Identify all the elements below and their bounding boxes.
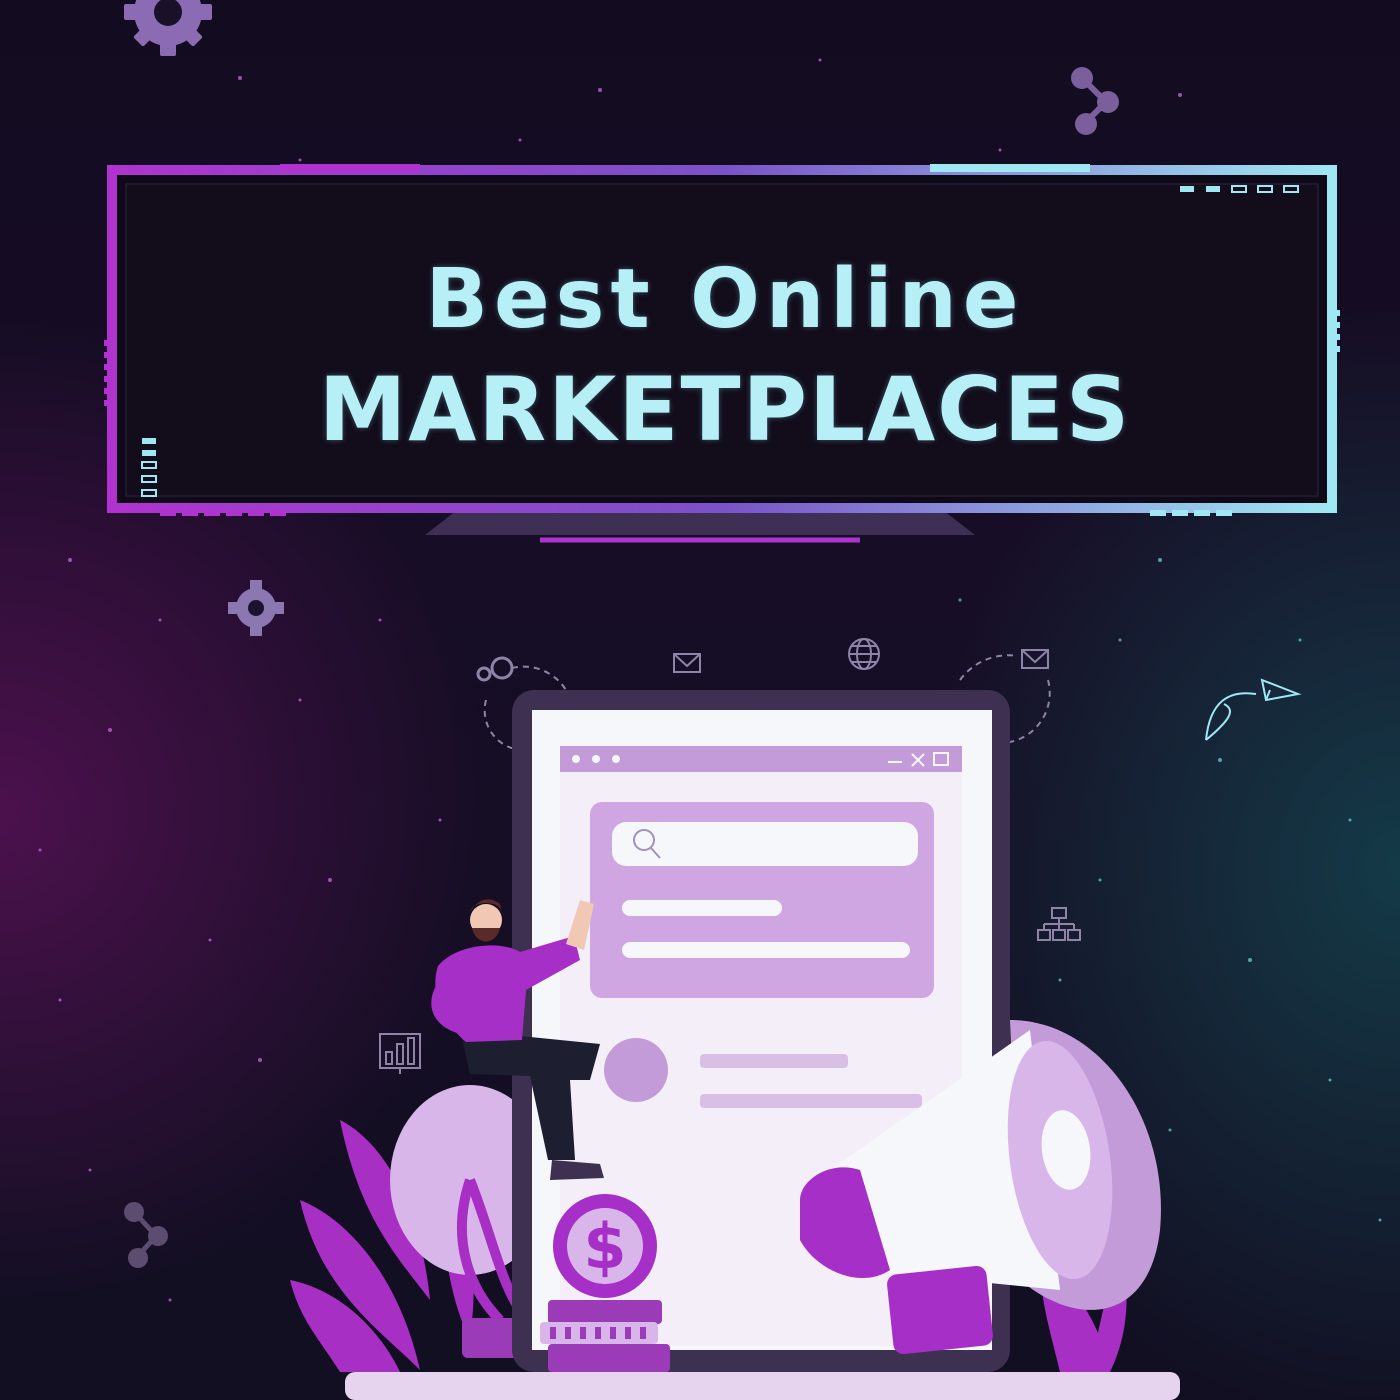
gear-icon <box>228 580 284 636</box>
coin-stack <box>540 1300 670 1372</box>
mail-icon <box>673 653 701 673</box>
banner-title-line2: MARKETPLACES <box>318 358 1132 461</box>
ground-platform <box>345 1372 1180 1400</box>
text-line <box>700 1054 848 1068</box>
org-chart-icon <box>1037 907 1081 941</box>
text-line <box>700 1094 922 1108</box>
dollar-coin-icon <box>553 1194 657 1298</box>
globe-icon <box>848 638 880 670</box>
paper-plane-icon <box>1205 678 1302 741</box>
molecule-icon <box>124 1202 168 1268</box>
molecule-icon <box>1071 67 1119 135</box>
banner-title-line1: Best Online <box>425 252 1025 347</box>
search-card <box>590 802 934 998</box>
mail-icon <box>1021 649 1049 669</box>
bar-chart-icon <box>379 1033 421 1074</box>
gear-icon <box>476 656 514 682</box>
decor-layer <box>38 0 1382 1400</box>
banner-frame <box>104 164 1340 543</box>
profile-avatar <box>604 1038 668 1102</box>
gear-icon <box>124 0 212 56</box>
